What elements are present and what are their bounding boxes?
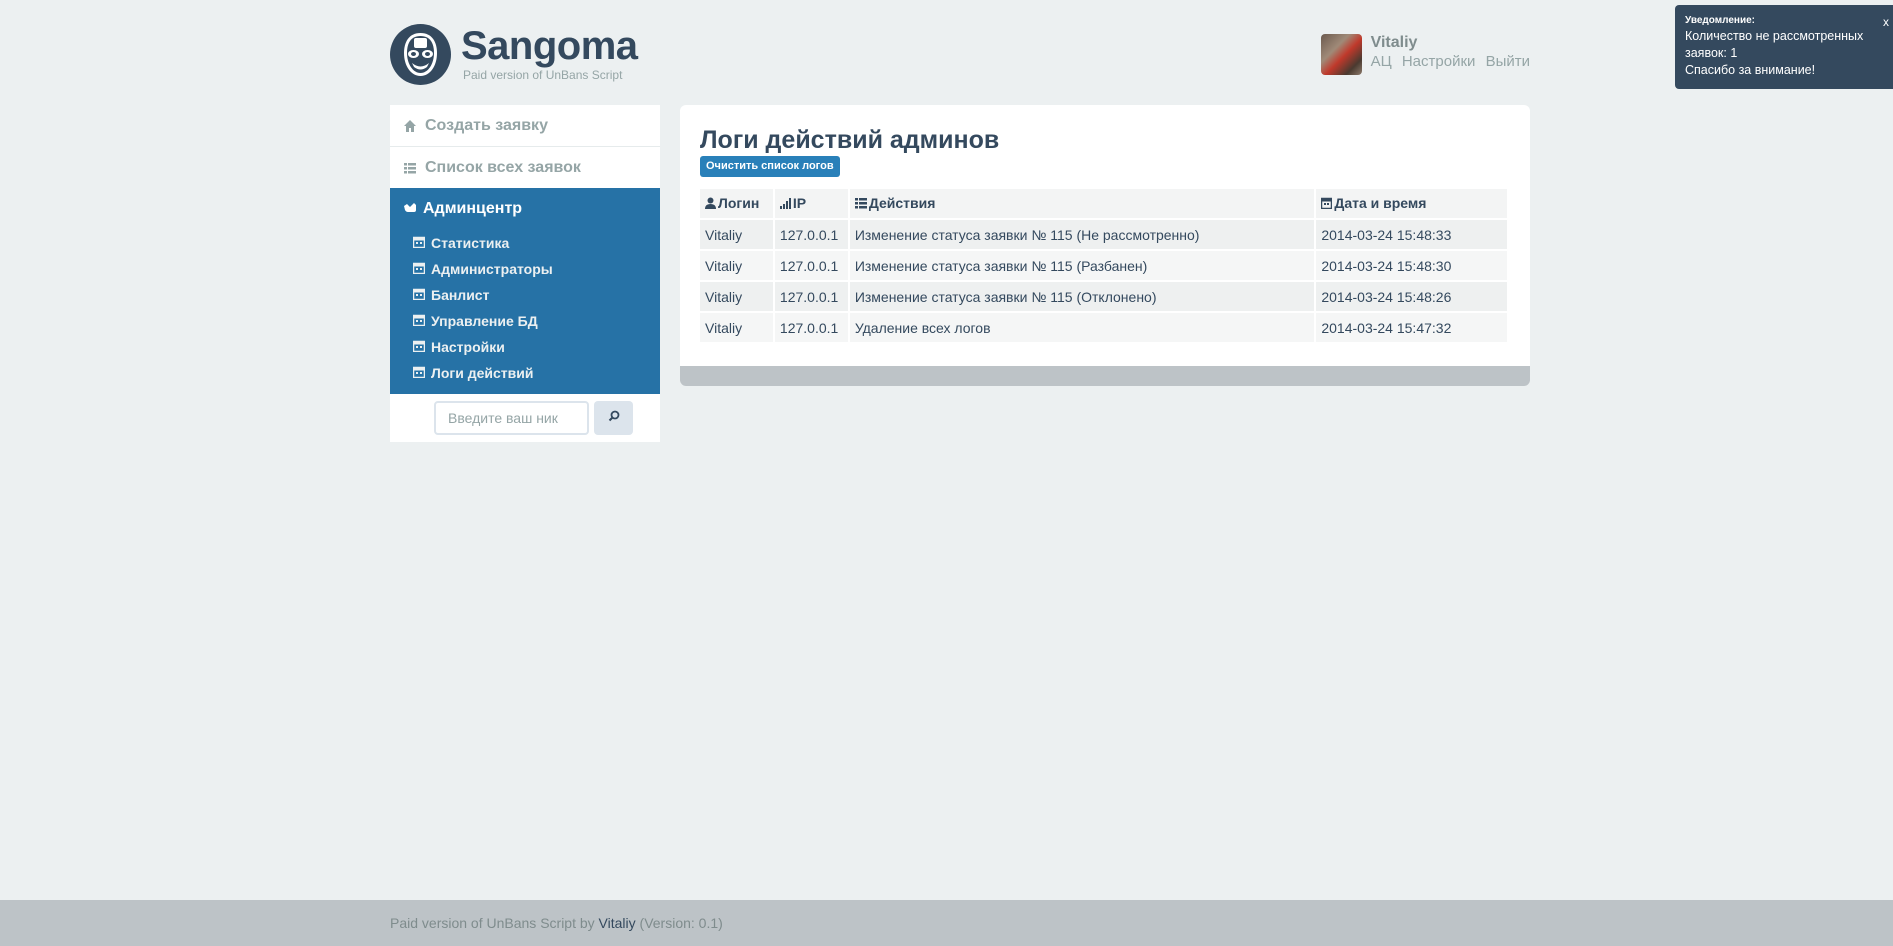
admin-center-link[interactable]: Админцентр xyxy=(390,188,660,230)
calendar-icon xyxy=(412,365,426,381)
cell-login: Vitaliy xyxy=(700,251,773,280)
column-label: Логин xyxy=(718,195,760,211)
notification-toast: Уведомление: Количество не рассмотренных… xyxy=(1675,5,1893,89)
cell-login: Vitaliy xyxy=(700,313,773,342)
sidebar: Создать заявку Список всех заявок Админц… xyxy=(390,105,660,442)
sidebar-item-label: Управление БД xyxy=(431,313,538,329)
cell-ip: 127.0.0.1 xyxy=(774,251,848,280)
sidebar-item-label: Администраторы xyxy=(431,261,553,277)
sidebar-item-admins[interactable]: Администраторы xyxy=(390,256,660,282)
cell-datetime: 2014-03-24 15:48:26 xyxy=(1316,282,1507,311)
column-header-actions[interactable]: Действия xyxy=(849,189,1315,218)
sidebar-item-label: Настройки xyxy=(431,339,505,355)
calendar-icon xyxy=(1321,196,1333,212)
create-request-label: Создать заявку xyxy=(425,116,548,134)
panel-footer-bar xyxy=(680,366,1530,386)
footer: Paid version of UnBans Script by Vitaliy… xyxy=(0,900,1893,946)
table-row: Vitaliy 127.0.0.1 Удаление всех логов 20… xyxy=(700,313,1507,342)
admin-center-label: Админцентр xyxy=(423,200,523,217)
user-name[interactable]: Vitaliy xyxy=(1371,34,1530,52)
header: Sangoma Paid version of UnBans Script Vi… xyxy=(390,24,1530,86)
logo-title: Sangoma xyxy=(461,24,638,68)
cell-action: Изменение статуса заявки № 115 (Разбанен… xyxy=(849,251,1315,280)
search-icon xyxy=(608,409,620,427)
footer-author-link[interactable]: Vitaliy xyxy=(599,915,636,931)
signal-icon xyxy=(779,196,791,212)
hand-icon xyxy=(403,200,417,219)
create-request-link[interactable]: Создать заявку xyxy=(390,105,660,146)
cell-action: Удаление всех логов xyxy=(849,313,1315,342)
cell-ip: 127.0.0.1 xyxy=(774,220,848,249)
logo-subtitle: Paid version of UnBans Script xyxy=(463,68,623,82)
column-label: Дата и время xyxy=(1334,195,1427,211)
column-header-login[interactable]: Логин xyxy=(700,189,773,218)
calendar-icon xyxy=(412,339,426,355)
calendar-icon xyxy=(412,313,426,329)
search-button[interactable] xyxy=(594,401,633,435)
admin-center-menu: Админцентр Статистика Администраторы Бан… xyxy=(390,188,660,394)
sidebar-item-label: Логи действий xyxy=(431,365,534,381)
main-panel: Логи действий админов Очистить список ло… xyxy=(680,105,1530,386)
column-header-datetime[interactable]: Дата и время xyxy=(1316,189,1507,218)
column-header-ip[interactable]: IP xyxy=(774,189,848,218)
all-requests-link[interactable]: Список всех заявок xyxy=(390,146,660,188)
avatar[interactable] xyxy=(1320,34,1362,75)
footer-prefix: Paid version of UnBans Script by xyxy=(390,915,595,931)
notification-title: Уведомление: xyxy=(1685,15,1755,26)
cell-login: Vitaliy xyxy=(700,282,773,311)
page-title: Логи действий админов xyxy=(700,126,1000,154)
cell-action: Изменение статуса заявки № 115 (Не рассм… xyxy=(849,220,1315,249)
close-icon[interactable]: x xyxy=(1883,14,1889,31)
logo[interactable]: Sangoma Paid version of UnBans Script xyxy=(390,24,638,85)
sidebar-item-banlist[interactable]: Банлист xyxy=(390,282,660,308)
logs-table: Логин IP Действия Дата и время Vitaliy 1… xyxy=(698,187,1509,344)
home-icon xyxy=(403,119,417,133)
search-input[interactable] xyxy=(434,401,589,435)
footer-version: (Version: 0.1) xyxy=(639,915,723,931)
column-label: IP xyxy=(792,195,807,211)
column-label: Действия xyxy=(868,195,936,211)
sidebar-item-label: Банлист xyxy=(431,287,490,303)
calendar-icon xyxy=(412,287,426,303)
cell-ip: 127.0.0.1 xyxy=(774,282,848,311)
table-row: Vitaliy 127.0.0.1 Изменение статуса заяв… xyxy=(700,251,1507,280)
cell-datetime: 2014-03-24 15:48:33 xyxy=(1316,220,1507,249)
cell-datetime: 2014-03-24 15:47:32 xyxy=(1316,313,1507,342)
notification-line-2: Спасибо за внимание! xyxy=(1685,63,1816,77)
table-header-row: Логин IP Действия Дата и время xyxy=(700,189,1507,218)
settings-link[interactable]: Настройки xyxy=(1402,53,1476,70)
cell-action: Изменение статуса заявки № 115 (Отклонен… xyxy=(849,282,1315,311)
list-icon xyxy=(854,196,867,212)
list-icon xyxy=(403,161,417,175)
table-row: Vitaliy 127.0.0.1 Изменение статуса заяв… xyxy=(700,220,1507,249)
cell-datetime: 2014-03-24 15:48:30 xyxy=(1316,251,1507,280)
search-row xyxy=(390,394,660,442)
admin-center-link[interactable]: АЦ xyxy=(1371,53,1392,70)
user-box: Vitaliy АЦ Настройки Выйти xyxy=(1320,34,1530,75)
wrestler-mask-icon xyxy=(390,24,451,85)
sidebar-item-db-management[interactable]: Управление БД xyxy=(390,308,660,334)
sidebar-item-settings[interactable]: Настройки xyxy=(390,334,660,360)
cell-ip: 127.0.0.1 xyxy=(774,313,848,342)
table-row: Vitaliy 127.0.0.1 Изменение статуса заяв… xyxy=(700,282,1507,311)
sidebar-item-action-logs[interactable]: Логи действий xyxy=(390,360,660,386)
notification-line-1: Количество не рассмотренных заявок: 1 xyxy=(1685,29,1864,60)
calendar-icon xyxy=(412,235,426,251)
cell-login: Vitaliy xyxy=(700,220,773,249)
user-icon xyxy=(705,196,716,212)
clear-logs-button[interactable]: Очистить список логов xyxy=(700,156,840,177)
all-requests-label: Список всех заявок xyxy=(425,158,581,176)
sidebar-item-label: Статистика xyxy=(431,235,510,251)
sidebar-item-statistics[interactable]: Статистика xyxy=(390,230,660,256)
logout-link[interactable]: Выйти xyxy=(1486,53,1530,70)
calendar-icon xyxy=(412,261,426,277)
